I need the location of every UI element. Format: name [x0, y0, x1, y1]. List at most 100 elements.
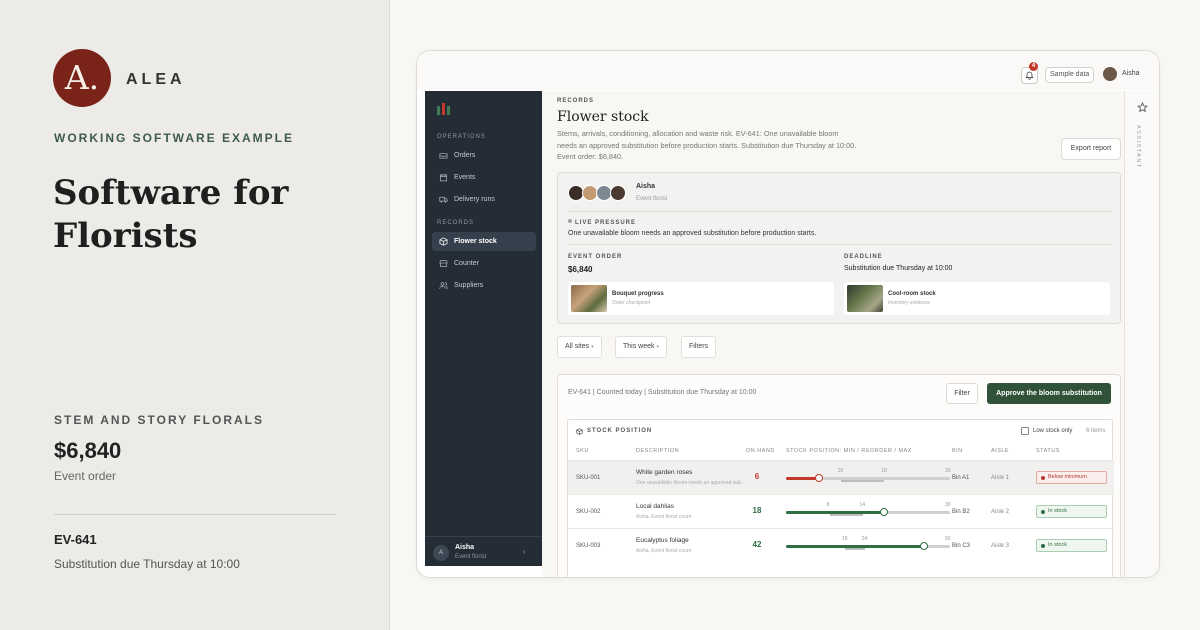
stock-level-fill: [786, 477, 819, 480]
column-header: BIN: [952, 448, 963, 454]
chevron-down-icon: ▾: [656, 344, 659, 350]
site-select[interactable]: All sites ▾: [557, 336, 602, 358]
bell-icon: [1025, 71, 1034, 80]
reorder-tick: 24: [861, 536, 868, 542]
aisle-cell: Aisle 2: [991, 509, 1010, 515]
bouquet-photo: [571, 285, 607, 312]
status-dot-icon: [568, 219, 572, 223]
box-icon: [576, 428, 583, 435]
deadline-label: DEADLINE: [844, 254, 883, 260]
headline: Software for Florists: [53, 173, 289, 256]
sidebar-item-suppliers[interactable]: Suppliers: [432, 276, 536, 295]
divider: [568, 244, 1112, 245]
item-count: 6 items: [1086, 428, 1106, 434]
app-logo-icon: [437, 103, 451, 115]
bin-cell: Bin B2: [952, 509, 970, 515]
sku-cell: SKU-003: [576, 543, 601, 549]
stock-position-bar: 10 18 30: [786, 468, 951, 482]
assistant-label[interactable]: ASSISTANT: [1135, 125, 1141, 169]
tile-title: Cool-room stock: [888, 291, 936, 297]
sidebar-item-orders[interactable]: Orders: [432, 146, 536, 165]
min-tick: 8: [826, 502, 830, 508]
table-row[interactable]: SKU-003 Eucalyptus foliage Aisha, Event fl…: [568, 528, 1114, 562]
sample-data-button[interactable]: Sample data: [1045, 67, 1095, 83]
marketing-panel: A. ALEA WORKING SOFTWARE EXAMPLE Softwar…: [0, 0, 390, 630]
sku-cell: SKU-001: [576, 475, 601, 481]
sidebar-user-role: Event florist: [455, 554, 487, 560]
sidebar-item-label: Suppliers: [454, 282, 484, 289]
sidebar-section-records: RECORDS: [437, 220, 475, 226]
chevron-down-icon: ▾: [591, 344, 594, 350]
deadline-value: Substitution due Thursday at 10:00: [844, 265, 953, 272]
column-header: STATUS: [1036, 448, 1060, 454]
description-note: One unavailable bloom needs an approved …: [636, 480, 746, 486]
description-cell: White garden roses: [636, 469, 693, 476]
star-icon[interactable]: [1137, 102, 1148, 113]
cool-room-photo: [847, 285, 883, 312]
page-title: Flower stock: [557, 109, 649, 125]
order-note: Substitution due Thursday at 10:00: [54, 557, 240, 571]
users-icon: [439, 282, 448, 289]
sidebar-item-label: Counter: [454, 260, 479, 267]
assistant-panel: ASSISTANT: [1124, 91, 1159, 577]
stock-board: EV-641 | Counted today | Substitution du…: [557, 374, 1121, 577]
approve-substitution-button[interactable]: Approve the bloom substitution: [987, 383, 1111, 404]
export-report-button[interactable]: Export report: [1061, 138, 1121, 160]
sidebar-item-counter[interactable]: Counter: [432, 254, 536, 273]
sku-cell: SKU-002: [576, 509, 601, 515]
description-note: Aisha, Event florist count: [636, 548, 692, 554]
min-tick: 10: [837, 468, 844, 474]
store-icon: [439, 259, 448, 268]
sidebar-item-flower-stock[interactable]: Flower stock: [432, 232, 536, 251]
status-badge: In stock: [1036, 539, 1107, 552]
chevron-left-icon[interactable]: ‹: [523, 547, 526, 556]
on-hand-cell: 6: [754, 472, 760, 481]
filters-button[interactable]: Filters: [681, 336, 717, 358]
aisle-cell: Aisle 1: [991, 475, 1010, 481]
table-row[interactable]: SKU-001 White garden roses One unavailable…: [568, 460, 1114, 494]
max-tick: 50: [945, 536, 951, 542]
owner-name: Aisha: [636, 183, 656, 190]
brand-name: ALEA: [126, 71, 186, 88]
sidebar-item-label: Delivery runs: [454, 196, 495, 203]
top-bar: 4 Sample data Aisha: [417, 51, 1159, 90]
avatar: A: [433, 545, 449, 561]
tile-bouquet-progress[interactable]: Bouquet progress Order checkpoint: [568, 282, 834, 315]
avatar: [610, 185, 626, 201]
filter-button[interactable]: Filter: [946, 383, 978, 404]
sidebar-item-label: Orders: [454, 152, 476, 159]
page-description: Stems, arrivals, conditioning, allocatio…: [557, 129, 857, 161]
stock-level-marker: [814, 474, 823, 482]
status-badge: In stock: [1036, 505, 1107, 518]
team-avatars: [568, 185, 630, 201]
on-hand-cell: 18: [752, 506, 762, 515]
sidebar-item-delivery-runs[interactable]: Delivery runs: [432, 190, 536, 209]
summary-card: Aisha Event florist LIVE PRESSURE One un…: [557, 172, 1121, 324]
status-badge: Below minimum: [1036, 471, 1107, 484]
tile-cool-room-stock[interactable]: Cool-room stock Inventory evidence: [844, 282, 1110, 315]
table-row[interactable]: SKU-002 Local dahlias Aisha, Event florist…: [568, 494, 1114, 528]
order-id: EV-641: [54, 532, 97, 547]
tile-title: Bouquet progress: [612, 291, 664, 297]
reorder-band: [829, 514, 863, 516]
sidebar-item-events[interactable]: Events: [432, 168, 536, 187]
min-tick: 18: [842, 536, 848, 542]
event-order-label: EVENT ORDER: [568, 254, 623, 260]
tile-subtitle: Inventory evidence: [888, 300, 930, 306]
breadcrumb: RECORDS: [557, 98, 595, 104]
reorder-tick: 18: [881, 468, 887, 474]
stock-position-bar: 8 14 30: [786, 502, 951, 516]
stock-table: STOCK POSITION Low stock only 6 items SK…: [567, 419, 1114, 577]
calendar-icon: [439, 173, 448, 182]
low-stock-checkbox[interactable]: [1021, 427, 1029, 435]
eyebrow: WORKING SOFTWARE EXAMPLE: [54, 131, 294, 145]
period-select[interactable]: This week ▾: [615, 336, 667, 358]
app-window: 4 Sample data Aisha OPERATIONS Orders Ev…: [416, 50, 1160, 578]
bin-cell: Bin C3: [952, 543, 971, 549]
order-amount: $6,840: [54, 438, 122, 463]
sidebar-user[interactable]: A Aisha Event florist ‹: [425, 536, 542, 566]
sidebar-section-operations: OPERATIONS: [437, 134, 486, 140]
divider: [54, 514, 336, 515]
truck-icon: [439, 196, 448, 203]
column-header: AISLE: [991, 448, 1010, 454]
